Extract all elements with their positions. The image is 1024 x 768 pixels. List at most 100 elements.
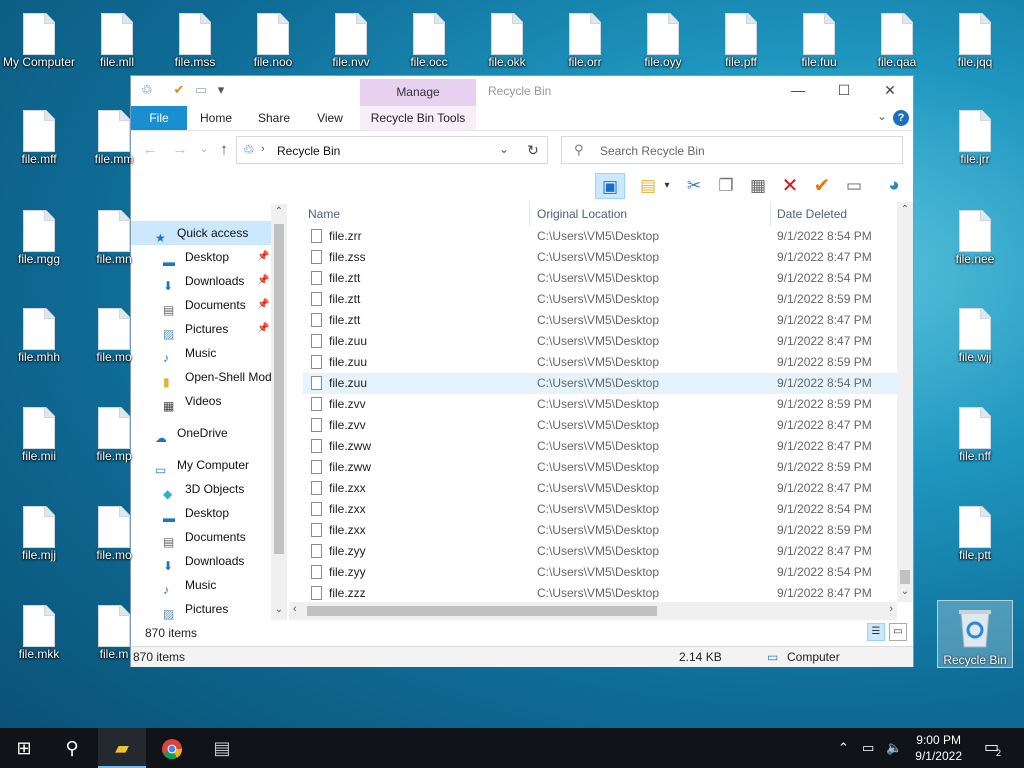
delete-icon[interactable]: ✕ — [777, 173, 803, 199]
desktop-icon[interactable]: file.wjj — [936, 298, 1014, 370]
desktop-icon[interactable]: file.mo — [75, 298, 153, 370]
table-row[interactable]: file.zxx C:\Users\VM5\Desktop 9/1/2022 8:4… — [303, 478, 897, 499]
search-taskbar-icon[interactable]: ⚲ — [48, 728, 96, 768]
desktop-icon[interactable]: file.mii — [0, 397, 78, 469]
file-explorer-taskbar-icon[interactable]: ▰ — [98, 728, 146, 768]
file-list-horizontal-scrollbar[interactable]: ‹ › — [289, 602, 897, 620]
desktop-icon[interactable]: file.qaa — [858, 3, 936, 75]
table-row[interactable]: file.zuu C:\Users\VM5\Desktop 9/1/2022 8:5… — [303, 352, 897, 373]
table-row[interactable]: file.zvv C:\Users\VM5\Desktop 9/1/2022 8:4… — [303, 415, 897, 436]
table-row[interactable]: file.zxx C:\Users\VM5\Desktop 9/1/2022 8:5… — [303, 499, 897, 520]
desktop-icon[interactable]: file.occ — [390, 3, 468, 75]
title-bar[interactable]: ♲ ✔ ▭ ▾ Manage Recycle Bin — ☐ ✕ — [131, 76, 913, 106]
chrome-icon[interactable] — [148, 728, 196, 768]
table-row[interactable]: file.ztt C:\Users\VM5\Desktop 9/1/2022 8:5… — [303, 289, 897, 310]
customize-quick-access-icon[interactable]: ▾ — [213, 82, 229, 98]
table-row[interactable]: file.zyy C:\Users\VM5\Desktop 9/1/2022 8:5… — [303, 562, 897, 583]
forward-icon[interactable]: → — [171, 141, 189, 159]
table-row[interactable]: file.zss C:\Users\VM5\Desktop 9/1/2022 8:4… — [303, 247, 897, 268]
desktop-icon[interactable]: file.mm — [75, 100, 153, 172]
desktop-icon[interactable]: file.mn — [75, 200, 153, 272]
list-scroll-thumb[interactable] — [900, 570, 910, 584]
column-divider[interactable] — [529, 202, 530, 226]
scroll-left-icon[interactable]: ‹ — [293, 603, 297, 615]
nav-scroll-down-icon[interactable]: ⌄ — [271, 604, 287, 615]
recycle-bin-taskbar-icon[interactable]: ▤ — [198, 728, 246, 768]
table-row[interactable]: file.zxx C:\Users\VM5\Desktop 9/1/2022 8:5… — [303, 520, 897, 541]
scroll-right-icon[interactable]: › — [889, 603, 893, 615]
desktop-icon[interactable]: file.mkk — [0, 595, 78, 667]
desktop-icon[interactable]: file.mjj — [0, 496, 78, 568]
desktop-icon[interactable]: file.nee — [936, 200, 1014, 272]
large-icons-view-icon[interactable]: ▭ — [889, 623, 907, 641]
table-row[interactable]: file.zuu C:\Users\VM5\Desktop 9/1/2022 8:4… — [303, 331, 897, 352]
desktop-icon[interactable]: My Computer — [0, 3, 78, 75]
restore-icon[interactable]: ✔ — [809, 173, 835, 199]
desktop-icon[interactable]: file.nvv — [312, 3, 390, 75]
tray-chevron-icon[interactable]: ⌃ — [838, 728, 849, 768]
desktop-icon[interactable]: file.m — [75, 595, 153, 667]
column-original-location[interactable]: Original Location — [537, 202, 627, 226]
search-box[interactable]: ⚲ — [561, 136, 903, 164]
tab-share[interactable]: Share — [255, 106, 293, 130]
nav-scroll-thumb[interactable] — [274, 224, 284, 554]
tab-view[interactable]: View — [313, 106, 347, 130]
file-list-vertical-scrollbar[interactable]: ⌃ ⌄ — [897, 202, 913, 602]
properties-icon[interactable]: ✔ — [171, 82, 187, 98]
minimize-button[interactable]: — — [775, 76, 821, 106]
list-scroll-up-icon[interactable]: ⌃ — [897, 204, 913, 215]
horizontal-scroll-thumb[interactable] — [307, 606, 657, 616]
tab-recycle-bin-tools[interactable]: Recycle Bin Tools — [360, 106, 476, 130]
nav-scroll-up-icon[interactable]: ⌃ — [271, 206, 287, 217]
preview-pane-icon[interactable]: ▣ — [595, 173, 625, 199]
table-row[interactable]: file.zww C:\Users\VM5\Desktop 9/1/2022 8:4… — [303, 436, 897, 457]
table-row[interactable]: file.zrr C:\Users\VM5\Desktop 9/1/2022 8:5… — [303, 226, 897, 247]
folder-options-icon[interactable]: ▤ — [635, 173, 661, 199]
new-folder-icon[interactable]: ▭ — [193, 82, 209, 98]
table-row[interactable]: file.ztt C:\Users\VM5\Desktop 9/1/2022 8:4… — [303, 310, 897, 331]
copy-icon[interactable]: ❐ — [713, 173, 739, 199]
nav-scrollbar[interactable]: ⌃ ⌄ — [271, 204, 287, 620]
desktop-icon[interactable]: file.mgg — [0, 200, 78, 272]
refresh-button[interactable]: ↻ — [519, 136, 548, 164]
table-row[interactable]: file.zvv C:\Users\VM5\Desktop 9/1/2022 8:5… — [303, 394, 897, 415]
desktop-icon[interactable]: file.mss — [156, 3, 234, 75]
expand-ribbon-icon[interactable]: ⌄ — [877, 109, 887, 123]
table-row[interactable]: file.zyy C:\Users\VM5\Desktop 9/1/2022 8:4… — [303, 541, 897, 562]
start-icon[interactable]: ⊞ — [0, 728, 48, 768]
nav-item[interactable]: ♪ Music — [131, 573, 271, 597]
search-input[interactable] — [598, 141, 892, 161]
column-name[interactable]: Name — [308, 202, 340, 226]
details-view-icon[interactable]: ☰ — [867, 623, 885, 641]
list-scroll-down-icon[interactable]: ⌄ — [897, 586, 913, 597]
maximize-button[interactable]: ☐ — [821, 76, 867, 106]
network-icon[interactable]: ▭ — [862, 728, 874, 768]
desktop-icon[interactable]: file.jqq — [936, 3, 1014, 75]
nav-item[interactable]: ⬇ Downloads 📌 — [131, 269, 271, 293]
desktop-icon[interactable]: file.mp — [75, 397, 153, 469]
tab-home[interactable]: Home — [197, 106, 235, 130]
desktop-icon[interactable]: file.pff — [702, 3, 780, 75]
cut-icon[interactable]: ✂ — [681, 173, 707, 199]
desktop-icon[interactable]: file.mff — [0, 100, 78, 172]
column-divider[interactable] — [770, 202, 771, 226]
desktop-icon[interactable]: file.mll — [78, 3, 156, 75]
address-bar[interactable]: ♲ › Recycle Bin ⌄ — [236, 136, 548, 164]
desktop-icon[interactable]: file.ptt — [936, 496, 1014, 568]
help-icon[interactable]: ? — [893, 110, 909, 126]
close-button[interactable]: ✕ — [867, 76, 913, 106]
desktop-icon[interactable]: file.jrr — [936, 100, 1014, 172]
desktop-icon[interactable]: file.orr — [546, 3, 624, 75]
clock[interactable]: 9:00 PM 9/1/2022 — [915, 732, 962, 764]
table-row[interactable]: file.zww C:\Users\VM5\Desktop 9/1/2022 8:5… — [303, 457, 897, 478]
up-icon[interactable]: ↑ — [215, 141, 233, 159]
manage-tab[interactable]: Manage — [360, 79, 476, 106]
table-row[interactable]: file.ztt C:\Users\VM5\Desktop 9/1/2022 8:5… — [303, 268, 897, 289]
rename-icon[interactable]: ▭ — [841, 173, 867, 199]
desktop-icon[interactable]: file.fuu — [780, 3, 858, 75]
recent-locations-icon[interactable]: ⌄ — [195, 141, 213, 159]
desktop-icon[interactable]: file.noo — [234, 3, 312, 75]
address-dropdown-icon[interactable]: ⌄ — [499, 142, 509, 156]
globe-icon[interactable]: ◕ — [881, 173, 907, 199]
folder-options-dropdown-icon[interactable]: ▾ — [661, 173, 673, 199]
